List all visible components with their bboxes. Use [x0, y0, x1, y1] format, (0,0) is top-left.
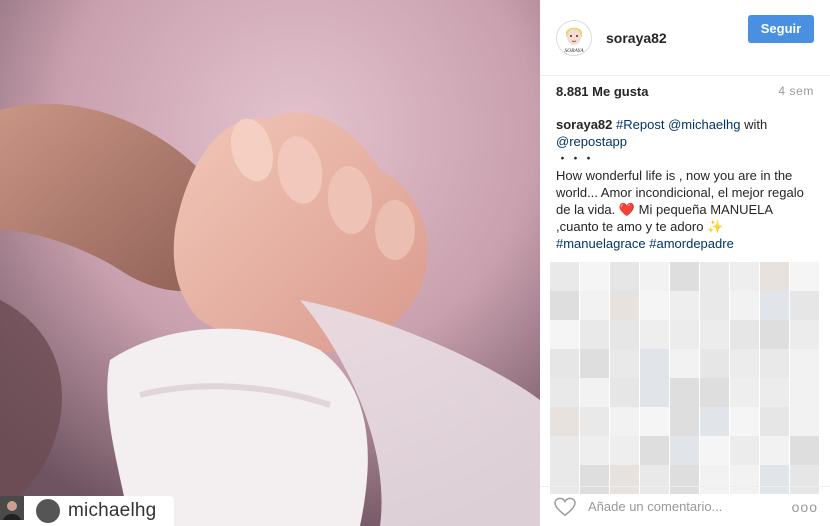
post-side-panel: SORAYA soraya82 Seguir 8.881 Me gusta 4 …: [540, 0, 830, 526]
blur-cell: [550, 378, 579, 407]
blur-cell: [790, 378, 819, 407]
blur-cell: [550, 262, 579, 291]
blur-cell: [670, 349, 699, 378]
blur-cell: [550, 291, 579, 320]
blur-cell: [700, 349, 729, 378]
blur-cell: [640, 378, 669, 407]
blur-cell: [610, 262, 639, 291]
blur-cell: [550, 320, 579, 349]
blur-cell: [760, 262, 789, 291]
blur-cell: [670, 320, 699, 349]
post-meta: 8.881 Me gusta 4 sem: [540, 76, 830, 106]
blur-cell: [580, 378, 609, 407]
post-photo[interactable]: michaelhg: [0, 0, 540, 526]
blur-cell: [580, 262, 609, 291]
blur-cell: [700, 407, 729, 436]
repost-avatar: [0, 496, 60, 523]
post-time[interactable]: 4 sem: [778, 84, 814, 98]
blurred-comments: [550, 262, 822, 494]
caption-hashtag-manuelagrace[interactable]: #manuelagrace: [556, 236, 646, 251]
blur-cell: [640, 436, 669, 465]
blur-cell: [760, 320, 789, 349]
blur-cell: [790, 407, 819, 436]
blur-cell: [730, 349, 759, 378]
blur-cell: [550, 436, 579, 465]
blur-cell: [730, 407, 759, 436]
blur-cell: [790, 349, 819, 378]
caption-hashtag-repost[interactable]: #Repost: [616, 117, 664, 132]
author-avatar[interactable]: SORAYA: [556, 19, 592, 56]
blur-cell: [790, 436, 819, 465]
blur-cell: [730, 262, 759, 291]
blur-cell: [640, 291, 669, 320]
blur-cell: [610, 378, 639, 407]
blur-cell: [760, 407, 789, 436]
follow-button[interactable]: Seguir: [748, 14, 814, 43]
avatar-cartoon-icon: SORAYA: [557, 20, 591, 55]
caption-with: with: [744, 117, 768, 132]
caption-line-1: soraya82 #Repost @michaelhg with: [556, 116, 818, 133]
blur-cell: [580, 407, 609, 436]
blur-cell: [610, 291, 639, 320]
blur-cell: [730, 378, 759, 407]
blur-cell: [610, 407, 639, 436]
blur-cell: [640, 262, 669, 291]
blur-cell: [670, 262, 699, 291]
comment-bar: ooo: [540, 486, 830, 526]
blur-cell: [700, 378, 729, 407]
blur-cell: [580, 291, 609, 320]
blur-cell: [610, 320, 639, 349]
blur-cell: [700, 320, 729, 349]
blur-cell: [700, 436, 729, 465]
blur-cell: [550, 349, 579, 378]
blur-cell: [580, 320, 609, 349]
blur-cell: [760, 436, 789, 465]
blur-cell: [790, 320, 819, 349]
blur-cell: [610, 436, 639, 465]
blur-cell: [760, 349, 789, 378]
caption-body: How wonderful life is , now you are in t…: [556, 168, 804, 234]
blur-cell: [730, 320, 759, 349]
post-header: SORAYA soraya82 Seguir: [540, 0, 830, 76]
blur-cell: [700, 291, 729, 320]
blur-cell: [730, 291, 759, 320]
post-caption: soraya82 #Repost @michaelhg with @repost…: [556, 116, 818, 252]
caption-hashtag-amordepadre[interactable]: #amordepadre: [649, 236, 734, 251]
blur-cell: [640, 407, 669, 436]
blur-cell: [790, 291, 819, 320]
svg-text:SORAYA: SORAYA: [564, 48, 584, 54]
blur-cell: [580, 436, 609, 465]
blur-cell: [670, 291, 699, 320]
blur-cell: [670, 378, 699, 407]
blur-cell: [640, 349, 669, 378]
blur-cell: [760, 291, 789, 320]
caption-dots: ・・・: [556, 151, 596, 166]
comment-input[interactable]: [588, 499, 792, 514]
caption-mention-repostapp[interactable]: @repostapp: [556, 133, 818, 150]
repost-badge: michaelhg: [0, 496, 174, 526]
repost-username: michaelhg: [68, 500, 157, 521]
blur-cell: [550, 407, 579, 436]
photo-illustration: [0, 0, 540, 526]
blur-cell: [610, 349, 639, 378]
blur-cell: [700, 262, 729, 291]
caption-hashtags: #manuelagrace #amordepadre: [556, 235, 818, 252]
blur-cell: [670, 407, 699, 436]
blur-cell: [670, 436, 699, 465]
likes-count[interactable]: 8.881 Me gusta: [556, 84, 649, 99]
blur-cell: [730, 436, 759, 465]
blur-cell: [580, 349, 609, 378]
caption-mention-michaelhg[interactable]: @michaelhg: [668, 117, 740, 132]
blur-cell: [760, 378, 789, 407]
blur-cell: [790, 262, 819, 291]
blur-cell: [640, 320, 669, 349]
more-options-icon[interactable]: ooo: [792, 499, 818, 515]
author-username[interactable]: soraya82: [606, 30, 748, 46]
heart-icon[interactable]: [554, 497, 576, 517]
caption-username[interactable]: soraya82: [556, 117, 612, 132]
